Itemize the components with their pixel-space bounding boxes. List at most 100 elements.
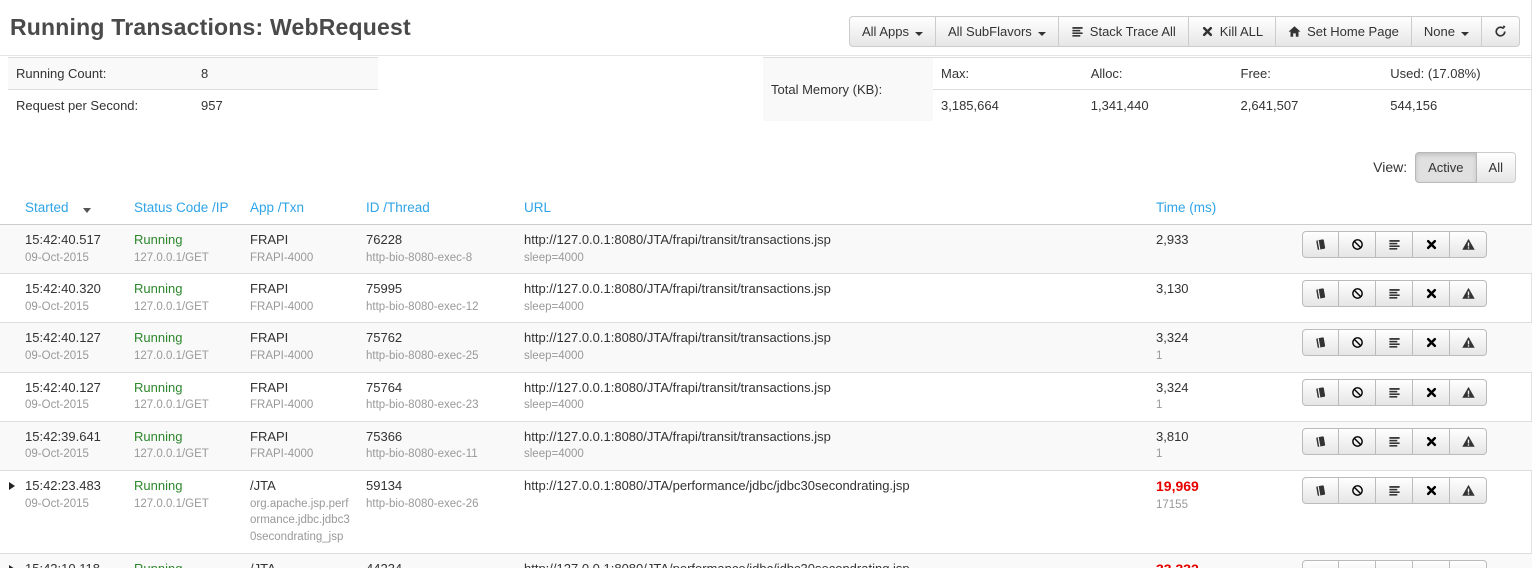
kill-icon (1201, 25, 1214, 38)
kill-button[interactable] (1413, 231, 1450, 258)
stack-trace-button[interactable] (1376, 560, 1413, 568)
kill-icon (1425, 435, 1438, 448)
table-row: 15:42:40.127 09-Oct-2015 Running 127.0.0… (0, 372, 1532, 421)
all-apps-label: All Apps (862, 24, 909, 39)
warning-button[interactable] (1450, 560, 1487, 568)
kill-button[interactable] (1413, 329, 1450, 356)
elapsed-sub: 1 (1156, 446, 1266, 463)
ignore-button[interactable] (1339, 231, 1376, 258)
warning-button[interactable] (1450, 280, 1487, 307)
details-button[interactable] (1302, 329, 1339, 356)
header-started-label: Started (25, 200, 69, 215)
details-button[interactable] (1302, 280, 1339, 307)
ip-method: 127.0.0.1/GET (134, 446, 234, 463)
cell-app: FRAPI FRAPI-4000 (242, 225, 358, 274)
stack-trace-all-button[interactable]: Stack Trace All (1059, 16, 1189, 47)
cell-time: 3,130 (1148, 274, 1274, 323)
stack-trace-button[interactable] (1376, 379, 1413, 406)
set-home-page-button[interactable]: Set Home Page (1276, 16, 1412, 47)
header-time-ms[interactable]: Time (ms) (1148, 192, 1274, 225)
kill-button[interactable] (1413, 477, 1450, 504)
stack-trace-button[interactable] (1376, 428, 1413, 455)
header-app-txn[interactable]: App /Txn (242, 192, 358, 225)
book-icon (1314, 287, 1327, 300)
request-params: sleep=4000 (524, 397, 1140, 414)
header-started[interactable]: Started (0, 192, 126, 225)
details-button[interactable] (1302, 231, 1339, 258)
warning-button[interactable] (1450, 477, 1487, 504)
warning-button[interactable] (1450, 379, 1487, 406)
txn-id: 75762 (366, 329, 508, 347)
ban-icon (1351, 336, 1364, 349)
details-button[interactable] (1302, 477, 1339, 504)
cell-id: 75366 http-bio-8080-exec-11 (358, 421, 516, 470)
ignore-button[interactable] (1339, 280, 1376, 307)
stack-trace-button[interactable] (1376, 477, 1413, 504)
all-subflavors-label: All SubFlavors (948, 24, 1032, 39)
elapsed-time: 33,332 (1156, 560, 1266, 568)
details-button[interactable] (1302, 379, 1339, 406)
ignore-button[interactable] (1339, 477, 1376, 504)
app-name: FRAPI (250, 379, 350, 397)
ignore-button[interactable] (1339, 428, 1376, 455)
expand-arrow-icon[interactable] (9, 565, 15, 568)
details-button[interactable] (1302, 428, 1339, 455)
stack-trace-button[interactable] (1376, 231, 1413, 258)
kill-button[interactable] (1413, 379, 1450, 406)
memory-values-row: 3,185,664 1,341,440 2,641,507 544,156 (933, 89, 1532, 121)
view-active-button[interactable]: Active (1415, 152, 1476, 183)
ignore-button[interactable] (1339, 329, 1376, 356)
header-status-code-ip[interactable]: Status Code /IP (126, 192, 242, 225)
kill-button[interactable] (1413, 280, 1450, 307)
ip-method: 127.0.0.1/GET (134, 397, 234, 414)
elapsed-sub: 1 (1156, 397, 1266, 414)
expand-arrow-icon[interactable] (9, 482, 15, 490)
kill-all-button[interactable]: Kill ALL (1189, 16, 1276, 47)
none-dropdown[interactable]: None (1412, 16, 1482, 47)
header-url[interactable]: URL (516, 192, 1148, 225)
cell-time: 2,933 (1148, 225, 1274, 274)
details-button[interactable] (1302, 560, 1339, 568)
cell-started: 15:42:40.320 09-Oct-2015 (0, 274, 126, 323)
cell-started: 15:42:40.517 09-Oct-2015 (0, 225, 126, 274)
warning-button[interactable] (1450, 428, 1487, 455)
row-actions (1302, 560, 1487, 568)
stats-section: Running Count: 8 Request per Second: 957… (0, 57, 1531, 125)
all-subflavors-dropdown[interactable]: All SubFlavors (936, 16, 1059, 47)
stack-trace-button[interactable] (1376, 329, 1413, 356)
started-date: 09-Oct-2015 (25, 397, 118, 414)
app-name: /JTA (250, 477, 350, 495)
row-actions (1302, 428, 1487, 455)
refresh-button[interactable] (1482, 16, 1520, 47)
cell-id: 59134 http-bio-8080-exec-26 (358, 471, 516, 554)
memory-alloc-value: 1,341,440 (1083, 90, 1233, 121)
header-id-thread[interactable]: ID /Thread (358, 192, 516, 225)
ban-icon (1351, 287, 1364, 300)
cell-id: 44234 http-bio-8080-exec-9 (358, 553, 516, 568)
request-url: http://127.0.0.1:8080/JTA/frapi/transit/… (524, 329, 1140, 347)
cell-status: Running 127.0.0.1/GET (126, 372, 242, 421)
stack-trace-icon (1388, 435, 1401, 448)
status-badge: Running (134, 560, 234, 568)
table-header-row: Started Status Code /IP App /Txn ID /Thr… (0, 192, 1532, 225)
cell-url: http://127.0.0.1:8080/JTA/frapi/transit/… (516, 225, 1148, 274)
warning-button[interactable] (1450, 329, 1487, 356)
txn-id: 75764 (366, 379, 508, 397)
cell-time: 3,324 1 (1148, 323, 1274, 372)
view-all-button[interactable]: All (1477, 152, 1516, 183)
elapsed-sub: 1 (1156, 348, 1266, 365)
stack-trace-button[interactable] (1376, 280, 1413, 307)
warning-button[interactable] (1450, 231, 1487, 258)
table-row: 15:42:40.127 09-Oct-2015 Running 127.0.0… (0, 323, 1532, 372)
all-apps-dropdown[interactable]: All Apps (849, 16, 936, 47)
request-per-second-label: Request per Second: (16, 98, 201, 113)
ignore-button[interactable] (1339, 560, 1376, 568)
running-transactions-page: Running Transactions: WebRequest All App… (0, 0, 1532, 568)
status-badge: Running (134, 428, 234, 446)
cell-started: 15:42:10.118 09-Oct-2015 (0, 553, 126, 568)
kill-button[interactable] (1413, 428, 1450, 455)
started-time: 15:42:40.127 (25, 379, 118, 397)
ignore-button[interactable] (1339, 379, 1376, 406)
kill-button[interactable] (1413, 560, 1450, 568)
book-icon (1314, 238, 1327, 251)
